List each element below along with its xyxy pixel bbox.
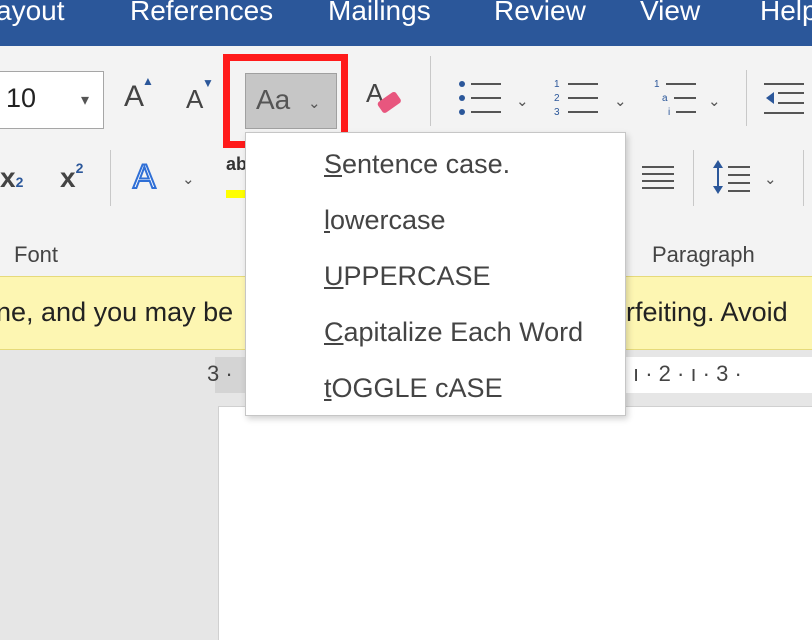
chevron-down-icon[interactable]: ⌄ bbox=[614, 92, 627, 110]
clear-formatting-icon[interactable]: A bbox=[364, 76, 406, 127]
tab-layout[interactable]: ayout bbox=[0, 0, 65, 27]
divider bbox=[430, 56, 431, 126]
divider bbox=[803, 150, 804, 206]
text-effects-icon[interactable]: A bbox=[132, 157, 157, 197]
highlight-icon[interactable]: ab bbox=[226, 154, 248, 198]
svg-text:2: 2 bbox=[554, 93, 560, 104]
group-label-paragraph: Paragraph bbox=[652, 242, 755, 267]
svg-text:i: i bbox=[668, 107, 670, 118]
menu-item-toggle-case[interactable]: tOGGLE cASE bbox=[324, 373, 503, 404]
menu-bar: ayout References Mailings Review View He… bbox=[0, 0, 812, 46]
document-page[interactable] bbox=[218, 406, 812, 640]
svg-text:1: 1 bbox=[554, 79, 560, 90]
numbering-icon[interactable]: 1 2 3 bbox=[554, 78, 600, 123]
message-text-right: rfeiting. Avoid bbox=[626, 297, 788, 327]
tab-references[interactable]: References bbox=[130, 0, 273, 27]
tab-help[interactable]: Help bbox=[760, 0, 812, 27]
change-case-menu: Sentence case. lowercase UPPERCASE Capit… bbox=[245, 132, 626, 416]
subscript-button[interactable]: x2 bbox=[0, 162, 23, 194]
chevron-down-icon[interactable]: ⌄ bbox=[764, 170, 777, 188]
divider bbox=[746, 70, 747, 126]
divider bbox=[693, 150, 694, 206]
svg-text:1: 1 bbox=[654, 79, 660, 90]
tab-view[interactable]: View bbox=[640, 0, 700, 27]
svg-text:a: a bbox=[662, 93, 668, 104]
justify-icon[interactable] bbox=[642, 164, 676, 199]
grow-font-icon[interactable]: A ▲ bbox=[124, 74, 154, 114]
menu-item-capitalize-each-word[interactable]: Capitalize Each Word bbox=[324, 317, 583, 348]
chevron-down-icon[interactable]: ⌄ bbox=[182, 170, 195, 188]
tab-review[interactable]: Review bbox=[494, 0, 586, 27]
divider bbox=[110, 150, 111, 206]
line-spacing-icon[interactable] bbox=[712, 158, 752, 203]
decrease-indent-icon[interactable] bbox=[764, 80, 810, 123]
svg-text:3: 3 bbox=[554, 107, 560, 118]
font-size-value: 10 bbox=[6, 83, 37, 113]
menu-item-uppercase[interactable]: UPPERCASE bbox=[324, 261, 491, 292]
tab-mailings[interactable]: Mailings bbox=[328, 0, 431, 27]
font-size-combobox[interactable]: 10 ▾ bbox=[0, 71, 104, 129]
multilevel-list-icon[interactable]: 1 a i bbox=[654, 78, 700, 123]
message-text-left: ne, and you may be bbox=[0, 297, 234, 327]
chevron-down-icon[interactable]: ⌄ bbox=[516, 92, 529, 110]
shrink-font-icon[interactable]: A ▼ bbox=[186, 76, 214, 115]
menu-item-sentence-case[interactable]: Sentence case. bbox=[324, 149, 510, 180]
group-label-font: Font bbox=[14, 242, 59, 267]
chevron-down-icon[interactable]: ▾ bbox=[81, 90, 89, 110]
menu-item-lowercase[interactable]: lowercase bbox=[324, 205, 446, 236]
ruler-left-marks: 3 · bbox=[207, 361, 233, 386]
chevron-down-icon[interactable]: ⌄ bbox=[708, 92, 721, 110]
superscript-button[interactable]: x2 bbox=[60, 160, 83, 194]
bullets-icon[interactable] bbox=[457, 78, 503, 123]
ruler-right-marks: ı · 2 · ı · 3 · bbox=[633, 361, 742, 386]
